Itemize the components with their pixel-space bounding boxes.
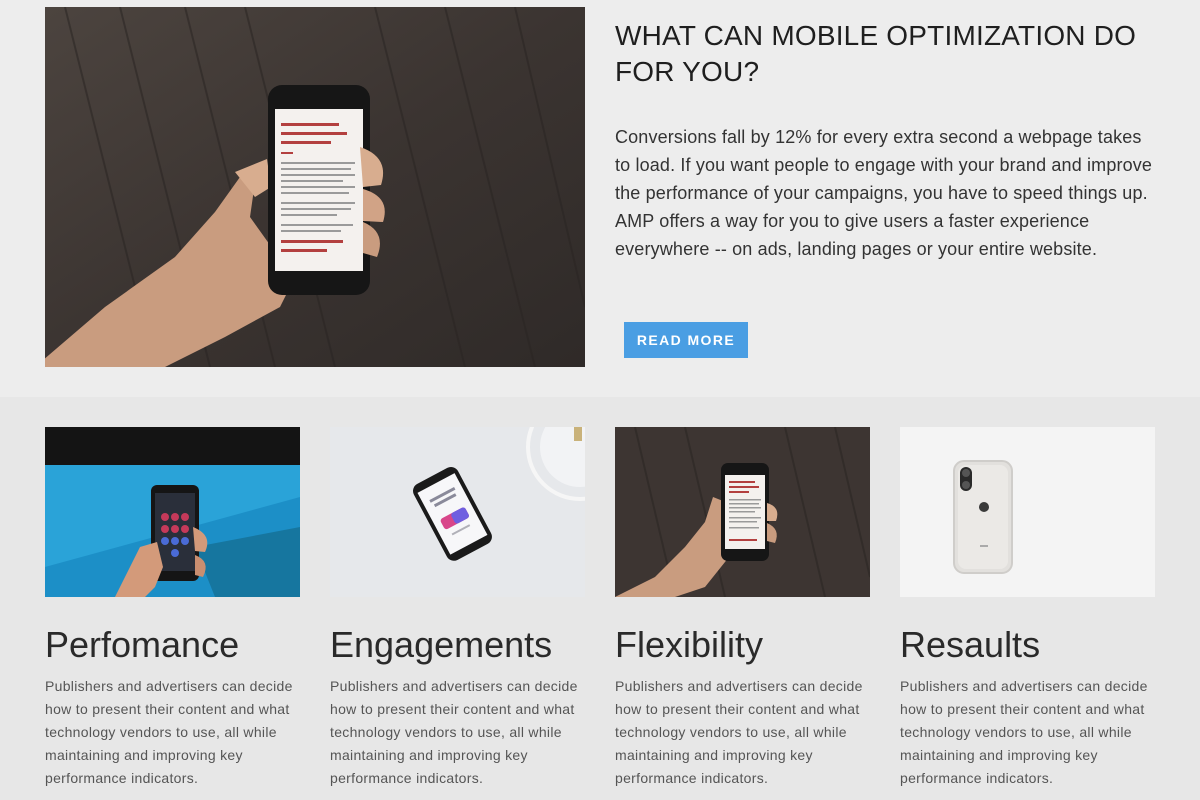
hero-description: Conversions fall by 12% for every extra …: [615, 127, 1153, 259]
feature-photo-performance: [45, 427, 300, 597]
feature-card-performance: Perfomance Publishers and advertisers ca…: [45, 427, 300, 790]
feature-photo-flexibility: [615, 427, 870, 597]
feature-card-flexibility: Flexibility Publishers and advertisers c…: [615, 427, 870, 790]
read-more-button[interactable]: READ MORE: [624, 322, 748, 358]
feature-description: Publishers and advertisers can decide ho…: [900, 678, 1148, 786]
feature-title: Flexibility: [615, 624, 764, 665]
feature-card-engagements: Engagements Publishers and advertisers c…: [330, 427, 585, 790]
feature-description: Publishers and advertisers can decide ho…: [615, 678, 863, 786]
features-section: Perfomance Publishers and advertisers ca…: [0, 397, 1200, 800]
feature-photo-results: [900, 427, 1155, 597]
feature-title: Perfomance: [45, 624, 240, 665]
hero-text-block: WHAT CAN MOBILE OPTIMIZATION DO FOR YOU?…: [615, 18, 1160, 263]
feature-card-results: Resaults Publishers and advertisers can …: [900, 427, 1155, 790]
hero-title: WHAT CAN MOBILE OPTIMIZATION DO FOR YOU?: [615, 20, 1137, 87]
hero-phone-photo: [45, 7, 585, 367]
feature-description: Publishers and advertisers can decide ho…: [45, 678, 293, 786]
feature-photo-engagements: [330, 427, 585, 597]
feature-title: Engagements: [330, 624, 553, 665]
feature-description: Publishers and advertisers can decide ho…: [330, 678, 578, 786]
hero-section: WHAT CAN MOBILE OPTIMIZATION DO FOR YOU?…: [0, 0, 1200, 397]
feature-title: Resaults: [900, 624, 1041, 665]
